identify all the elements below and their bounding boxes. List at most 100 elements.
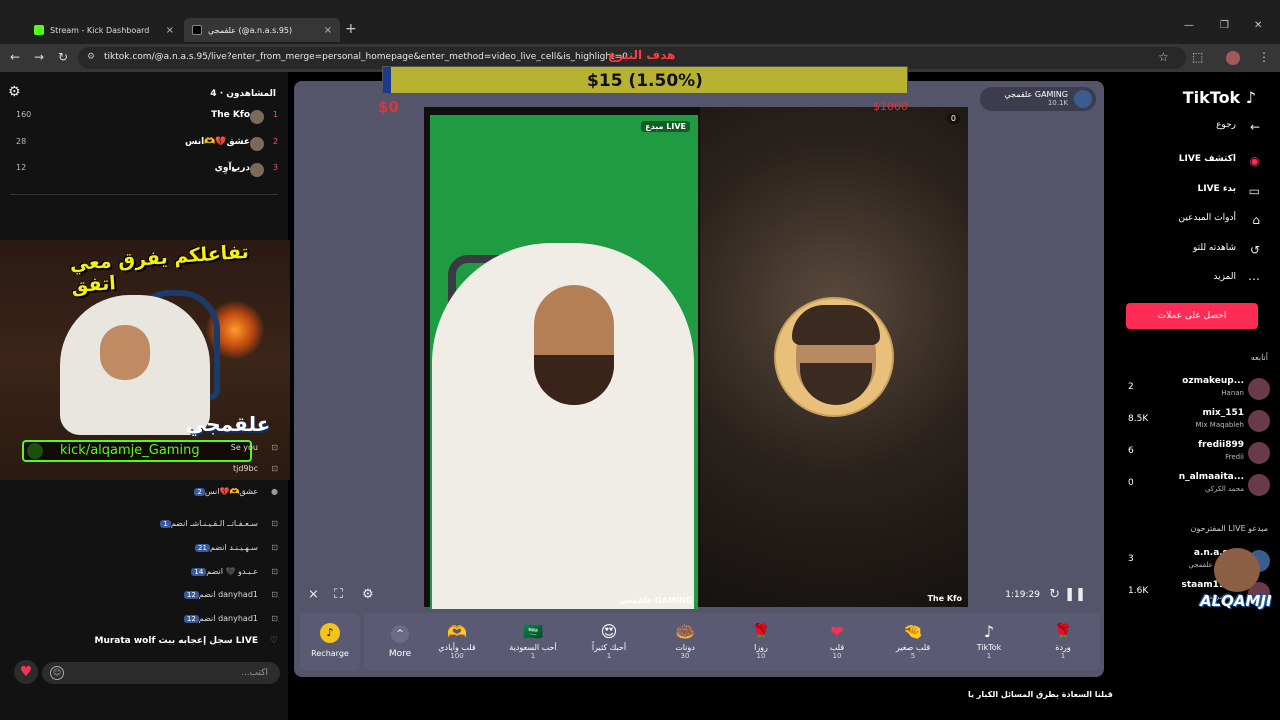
goal-progress-bar: $15 (1.50%)	[382, 66, 908, 94]
new-tab-icon[interactable]: +	[345, 21, 357, 37]
minimize-icon[interactable]: —	[1184, 20, 1194, 31]
nav-more[interactable]: ⋯ المزيد	[1140, 272, 1260, 292]
avatar	[250, 137, 264, 151]
goal-min: $0	[378, 98, 399, 116]
heart-outline-icon: ♡	[269, 636, 278, 646]
nav-recently-watched[interactable]: ↺ شاهدته للتو	[1140, 243, 1260, 263]
watermark-avatar	[1214, 548, 1260, 592]
viewers-count[interactable]: المشاهدون · 4	[210, 89, 276, 99]
nav-creator-tools[interactable]: ⌂ أدوات المبدعين	[1140, 213, 1260, 233]
level-badge: 1	[160, 520, 171, 528]
fullscreen-icon[interactable]: ⛶	[334, 587, 343, 602]
gift-icon: 🌹	[1053, 622, 1073, 641]
chat-message: ● عشق🫶💔انس2	[16, 487, 278, 507]
live-icon: ◉	[1249, 154, 1260, 168]
tab-kick-dashboard[interactable]: Stream - Kick Dashboard ×	[26, 18, 182, 42]
reload-icon[interactable]: ↻	[58, 50, 68, 64]
ranking-row[interactable]: 28 عشق💔🫶انس 2	[16, 137, 278, 157]
watermark-text: ALQAMJI	[1200, 592, 1272, 610]
following-account[interactable]: 8.5K mix_151 Mix Maqableh	[1116, 408, 1280, 434]
left-video: مبدع LIVE علقمجي GAMING	[430, 115, 698, 609]
avatar	[1248, 378, 1270, 400]
menu-icon[interactable]: ⋮	[1258, 50, 1270, 64]
gift-item[interactable]: ❤ قلب 10	[804, 617, 870, 669]
level-badge: 14	[191, 568, 207, 576]
coin-icon: ♪	[320, 623, 340, 643]
close-icon[interactable]: ×	[166, 25, 174, 36]
settings-icon[interactable]: ⚙	[362, 587, 374, 602]
maximize-icon[interactable]: ❐	[1220, 20, 1229, 31]
level-badge: 12	[183, 591, 199, 599]
chat-input[interactable]: اكتب...	[42, 662, 280, 684]
nav-start-live[interactable]: ▭ بدء LIVE	[1140, 184, 1260, 204]
live-creator-tag: مبدع LIVE	[641, 121, 690, 132]
streamer-info-pill[interactable]: علقمجي GAMING 10.1K	[980, 87, 1096, 111]
get-coins-button[interactable]: احصل على عملات	[1126, 303, 1258, 329]
like-heart-button[interactable]: ♥	[14, 660, 38, 684]
site-info-icon[interactable]: ⚙	[87, 52, 95, 62]
following-account[interactable]: 6 fredii899 Fredii	[1116, 440, 1280, 466]
url-text: tiktok.com/@a.n.a.s.95/live?enter_from_m…	[104, 52, 628, 62]
tab-tiktok-live[interactable]: علقمجي (@a.n.a.s.95) ×	[184, 18, 340, 42]
tiktok-favicon-icon	[192, 25, 202, 35]
live-video-panel: ➦ علقمجي GAMING 10.1K مبدع LIVE علقمجي G…	[294, 81, 1104, 677]
pause-icon[interactable]: ❚❚	[1064, 587, 1086, 602]
gift-item[interactable]: 🍩 دونات 30	[652, 617, 718, 669]
home-icon: ⌂	[1252, 213, 1260, 227]
following-account[interactable]: 0 n_almaaita... محمد الكركي	[1116, 472, 1280, 498]
gift-icon: 🫶	[447, 622, 467, 641]
browser-tab-bar: Stream - Kick Dashboard × علقمجي (@a.n.a.…	[0, 0, 1280, 44]
gift-item[interactable]: ♪ TikTok 1	[956, 617, 1022, 669]
gift-item[interactable]: 🤏 قلب صغير 5	[880, 617, 946, 669]
gift-icon: ♪	[983, 622, 995, 641]
forward-icon[interactable]: →	[34, 50, 44, 64]
overlay-banner: تفاعلكم يفرق معي اتفق	[69, 240, 250, 298]
chat-message: ⊡ danyhad1 انضم12	[16, 614, 278, 634]
chat-message: ⊡ سـهـيـنـد انضم21	[16, 543, 278, 563]
nav-back[interactable]: ← رجوع	[1140, 120, 1260, 140]
goal-title: هدف التبرع	[608, 48, 676, 62]
gift-icon: 🤏	[903, 622, 923, 641]
camera-icon: ▭	[1248, 184, 1260, 198]
following-account[interactable]: 2 ozmakeup... Hanan	[1116, 376, 1280, 402]
right-video: 0 The Kfo	[700, 107, 968, 607]
refresh-icon[interactable]: ↻	[1049, 587, 1060, 602]
avatar-hair	[792, 305, 880, 345]
tab-label: علقمجي (@a.n.a.s.95)	[208, 25, 293, 35]
avatar	[1248, 442, 1270, 464]
video-frame[interactable]: مبدع LIVE علقمجي GAMING 0 The Kfo	[424, 107, 968, 609]
mute-icon[interactable]: ⨯	[308, 587, 319, 602]
gift-item[interactable]: 🫶 قلب وأيادي 100	[424, 617, 490, 669]
tiktok-logo[interactable]: ♪ TikTok	[1183, 88, 1256, 107]
streamer-name: علقمجي GAMING	[1004, 90, 1068, 99]
more-gifts-button[interactable]: ^ More	[380, 617, 420, 667]
chevron-up-icon: ^	[391, 625, 409, 643]
ranking-row[interactable]: 12 دريۓآوِي 3	[16, 163, 278, 183]
ranking-row[interactable]: 160 The Kfo 1	[16, 110, 278, 130]
gift-item[interactable]: 🌹 روزا 10	[728, 617, 794, 669]
chat-message: ⊡ danyhad1 انضم12	[16, 590, 278, 610]
like-system-message: ♡ Murata wolf سجل إعجابه ببث LIVE	[94, 636, 278, 646]
settings-gear-icon[interactable]: ⚙	[8, 84, 21, 100]
gift-item[interactable]: 🇸🇦 أحب السعودية 1	[500, 617, 566, 669]
back-icon[interactable]: ←	[10, 50, 20, 64]
streamer-face	[100, 325, 150, 380]
gift-icon: ❤	[830, 622, 844, 641]
recharge-button[interactable]: ♪ Recharge	[300, 613, 360, 671]
profile-avatar[interactable]	[1226, 51, 1240, 65]
extensions-icon[interactable]: ⬚	[1192, 50, 1203, 64]
avatar: ●	[271, 487, 278, 496]
bookmark-star-icon[interactable]: ☆	[1158, 50, 1169, 64]
emoji-icon[interactable]: ☺	[50, 666, 64, 680]
gift-item[interactable]: 🌹 وردة 1	[1030, 617, 1096, 669]
avatar	[250, 110, 264, 124]
avatar	[1248, 474, 1270, 496]
gift-item[interactable]: 😍 أحبك كثيراً 1	[576, 617, 642, 669]
nav-explore-live[interactable]: ◉ اكتشف LIVE	[1140, 154, 1260, 174]
close-icon[interactable]: ×	[324, 25, 332, 36]
tiktok-live-page: ⚙ المشاهدون · 4 160 The Kfo 1 28 عشق💔🫶انس 2 …	[0, 48, 1280, 720]
live-timer: 1:19:29	[1005, 590, 1040, 600]
close-window-icon[interactable]: ✕	[1254, 20, 1262, 31]
live-chat-panel: ⚙ المشاهدون · 4 160 The Kfo 1 28 عشق💔🫶انس 2 …	[0, 72, 290, 720]
guest-avatar[interactable]	[774, 297, 894, 417]
